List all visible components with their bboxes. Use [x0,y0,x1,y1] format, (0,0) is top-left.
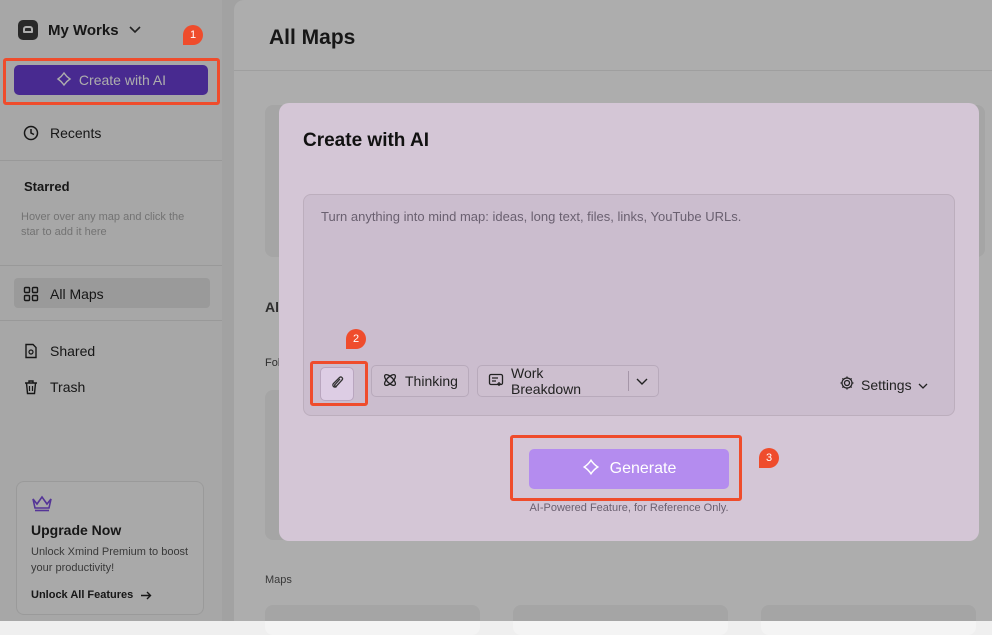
highlight-create-ai [3,58,220,105]
atom-icon [382,372,398,391]
mode-select[interactable]: Work Breakdown [477,365,659,397]
divider [628,371,629,391]
settings-label: Settings [861,376,912,393]
step-badge-2: 2 [346,329,366,349]
dialog-title: Create with AI [303,130,429,151]
highlight-attach [310,361,368,406]
settings-button[interactable]: Settings [839,375,928,394]
ai-disclaimer: AI-Powered Feature, for Reference Only. [529,502,729,514]
highlight-generate [510,435,742,501]
thinking-toggle[interactable]: Thinking [371,365,469,397]
mode-label: Work Breakdown [511,365,582,397]
prompt-container: Thinking Work Breakdown Settings [303,194,955,416]
gear-icon [839,375,855,394]
thinking-label: Thinking [405,373,458,389]
chevron-down-icon [918,377,928,393]
step-badge-1: 1 [183,25,203,45]
prompt-input[interactable] [319,207,943,331]
chevron-down-icon [636,373,648,389]
work-breakdown-icon [488,372,504,391]
step-badge-3: 3 [759,448,779,468]
